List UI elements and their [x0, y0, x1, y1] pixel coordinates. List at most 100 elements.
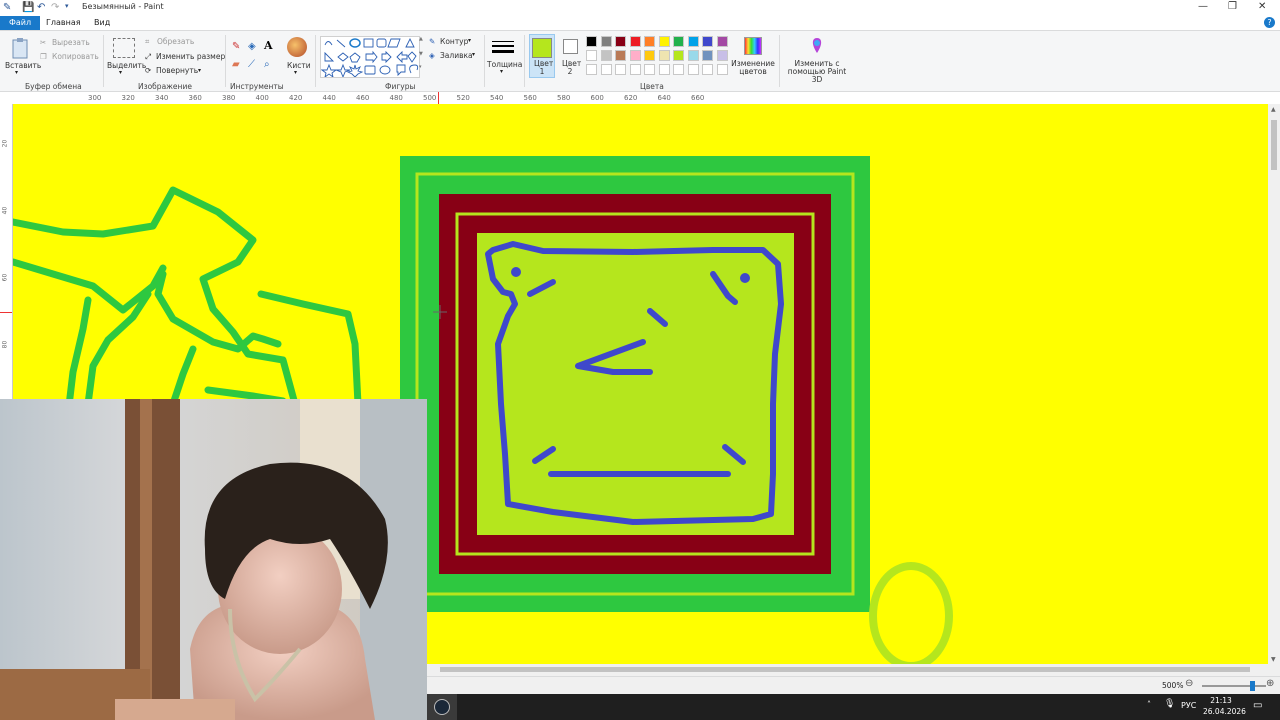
- tab-file[interactable]: Файл: [0, 16, 41, 30]
- tab-view[interactable]: Вид: [85, 16, 119, 30]
- scroll-up-icon[interactable]: ▲: [1271, 106, 1276, 113]
- save-icon[interactable]: 💾: [22, 2, 34, 13]
- palette-swatch[interactable]: [600, 36, 612, 47]
- palette-empty-swatch[interactable]: [615, 64, 626, 75]
- copy-button[interactable]: Копировать: [52, 52, 99, 61]
- edit-colors-icon[interactable]: [744, 37, 762, 55]
- paste-dropdown-icon[interactable]: ▾: [15, 69, 18, 76]
- palette-empty-swatch[interactable]: [702, 64, 713, 75]
- outline-dropdown-icon[interactable]: ▾: [468, 37, 471, 44]
- eraser-icon[interactable]: ▰: [232, 59, 240, 70]
- paste-icon[interactable]: [10, 37, 30, 59]
- vertical-scrollbar-thumb[interactable]: [1271, 120, 1277, 170]
- palette-swatch[interactable]: [702, 50, 713, 61]
- shapes-scroll-up-icon[interactable]: ▲: [419, 36, 423, 42]
- maximize-button[interactable]: ❐: [1228, 1, 1237, 12]
- edit-colors-button[interactable]: Изменение цветов: [730, 60, 776, 76]
- palette-empty-swatch[interactable]: [629, 64, 641, 75]
- magnifier-icon[interactable]: ⌕: [264, 59, 270, 70]
- taskbar-steam-button[interactable]: [427, 694, 457, 720]
- clock-time[interactable]: 21:13: [1210, 696, 1232, 705]
- brushes-icon[interactable]: [287, 37, 307, 57]
- outline-button[interactable]: Контур: [440, 37, 468, 46]
- tab-home[interactable]: Главная: [37, 16, 90, 30]
- palette-swatch[interactable]: [586, 36, 597, 47]
- palette-swatch[interactable]: [629, 36, 641, 47]
- rotate-icon[interactable]: ⟳: [145, 66, 151, 75]
- help-icon[interactable]: ?: [1264, 17, 1275, 28]
- select-button[interactable]: Выделить: [107, 61, 146, 70]
- fill-bucket-icon[interactable]: ◈: [248, 41, 256, 52]
- shapes-scroll-down-icon[interactable]: ▼: [419, 51, 423, 57]
- cut-icon[interactable]: ✂: [40, 38, 46, 47]
- palette-swatch[interactable]: [586, 50, 597, 61]
- palette-swatch[interactable]: [673, 36, 684, 47]
- color-picker-icon[interactable]: ⟋: [248, 59, 255, 70]
- size-button[interactable]: Толщина: [487, 60, 522, 69]
- pencil-icon[interactable]: ✎: [232, 41, 240, 52]
- fill-button[interactable]: Заливка: [440, 51, 473, 60]
- crop-button[interactable]: Обрезать: [157, 37, 194, 46]
- horizontal-scrollbar-thumb[interactable]: [440, 667, 1250, 672]
- fill-icon[interactable]: ◈: [429, 51, 435, 60]
- redo-icon[interactable]: ↷: [51, 2, 59, 13]
- palette-swatch[interactable]: [702, 36, 713, 47]
- zoom-out-icon[interactable]: ⊖: [1185, 678, 1193, 689]
- select-dropdown-icon[interactable]: ▾: [119, 69, 122, 76]
- paint3d-button[interactable]: Изменить с помощью Paint 3D: [782, 60, 852, 84]
- quick-access-dropdown-icon[interactable]: ▾: [65, 2, 69, 10]
- minimize-button[interactable]: —: [1198, 1, 1208, 12]
- copy-icon[interactable]: ❐: [40, 52, 47, 61]
- select-icon[interactable]: [113, 38, 135, 58]
- zoom-slider-thumb[interactable]: [1249, 681, 1255, 691]
- zoom-in-icon[interactable]: ⊕: [1266, 678, 1274, 689]
- zoom-slider-track[interactable]: [1202, 681, 1266, 691]
- resize-icon[interactable]: ⤢: [145, 52, 151, 62]
- notifications-icon[interactable]: ▭: [1253, 700, 1262, 711]
- palette-swatch[interactable]: [687, 50, 699, 61]
- size-dropdown-icon[interactable]: ▾: [500, 68, 503, 75]
- palette-swatch[interactable]: [687, 36, 699, 47]
- fill-dropdown-icon[interactable]: ▾: [472, 51, 475, 58]
- scroll-down-icon[interactable]: ▼: [1271, 656, 1276, 663]
- palette-swatch[interactable]: [629, 50, 641, 61]
- palette-swatch[interactable]: [615, 36, 626, 47]
- palette-swatch[interactable]: [658, 50, 670, 61]
- palette-swatch[interactable]: [673, 50, 684, 61]
- palette-swatch[interactable]: [658, 36, 670, 47]
- vertical-scrollbar[interactable]: [1268, 104, 1280, 664]
- microphone-icon[interactable]: 🎙: [1164, 699, 1175, 709]
- palette-empty-swatch[interactable]: [716, 64, 728, 75]
- palette-swatch[interactable]: [716, 50, 728, 61]
- text-tool-icon[interactable]: A: [264, 39, 273, 52]
- shapes-gallery[interactable]: [320, 36, 420, 79]
- brushes-button[interactable]: Кисти: [287, 61, 311, 70]
- palette-empty-swatch[interactable]: [644, 64, 655, 75]
- keyboard-language[interactable]: РУС: [1181, 701, 1196, 710]
- palette-swatch[interactable]: [644, 50, 655, 61]
- palette-swatch[interactable]: [615, 50, 626, 61]
- palette-swatch[interactable]: [644, 36, 655, 47]
- crop-icon[interactable]: ⌗: [145, 37, 149, 47]
- brushes-dropdown-icon[interactable]: ▾: [294, 69, 297, 76]
- palette-empty-swatch[interactable]: [586, 64, 597, 75]
- palette-empty-swatch[interactable]: [687, 64, 699, 75]
- cut-button[interactable]: Вырезать: [52, 38, 90, 47]
- outline-icon[interactable]: ✎: [429, 37, 435, 46]
- clock-date[interactable]: 26.04.2026: [1203, 707, 1246, 716]
- palette-empty-swatch[interactable]: [658, 64, 670, 75]
- size-icon[interactable]: [492, 40, 514, 54]
- rotate-button[interactable]: Повернуть: [156, 66, 198, 75]
- rotate-dropdown-icon[interactable]: ▾: [198, 67, 201, 74]
- palette-swatch[interactable]: [716, 36, 728, 47]
- paint3d-icon[interactable]: [810, 37, 824, 55]
- resize-button[interactable]: Изменить размер: [156, 52, 225, 61]
- shapes-expand-icon[interactable]: ▾: [419, 64, 422, 70]
- paste-button[interactable]: Вставить: [5, 61, 41, 70]
- palette-swatch[interactable]: [600, 50, 612, 61]
- palette-empty-swatch[interactable]: [600, 64, 612, 75]
- undo-icon[interactable]: ↶: [37, 2, 45, 13]
- tray-expand-icon[interactable]: ˄: [1147, 700, 1151, 709]
- color2-swatch[interactable]: [563, 39, 578, 54]
- close-button[interactable]: ✕: [1258, 1, 1266, 12]
